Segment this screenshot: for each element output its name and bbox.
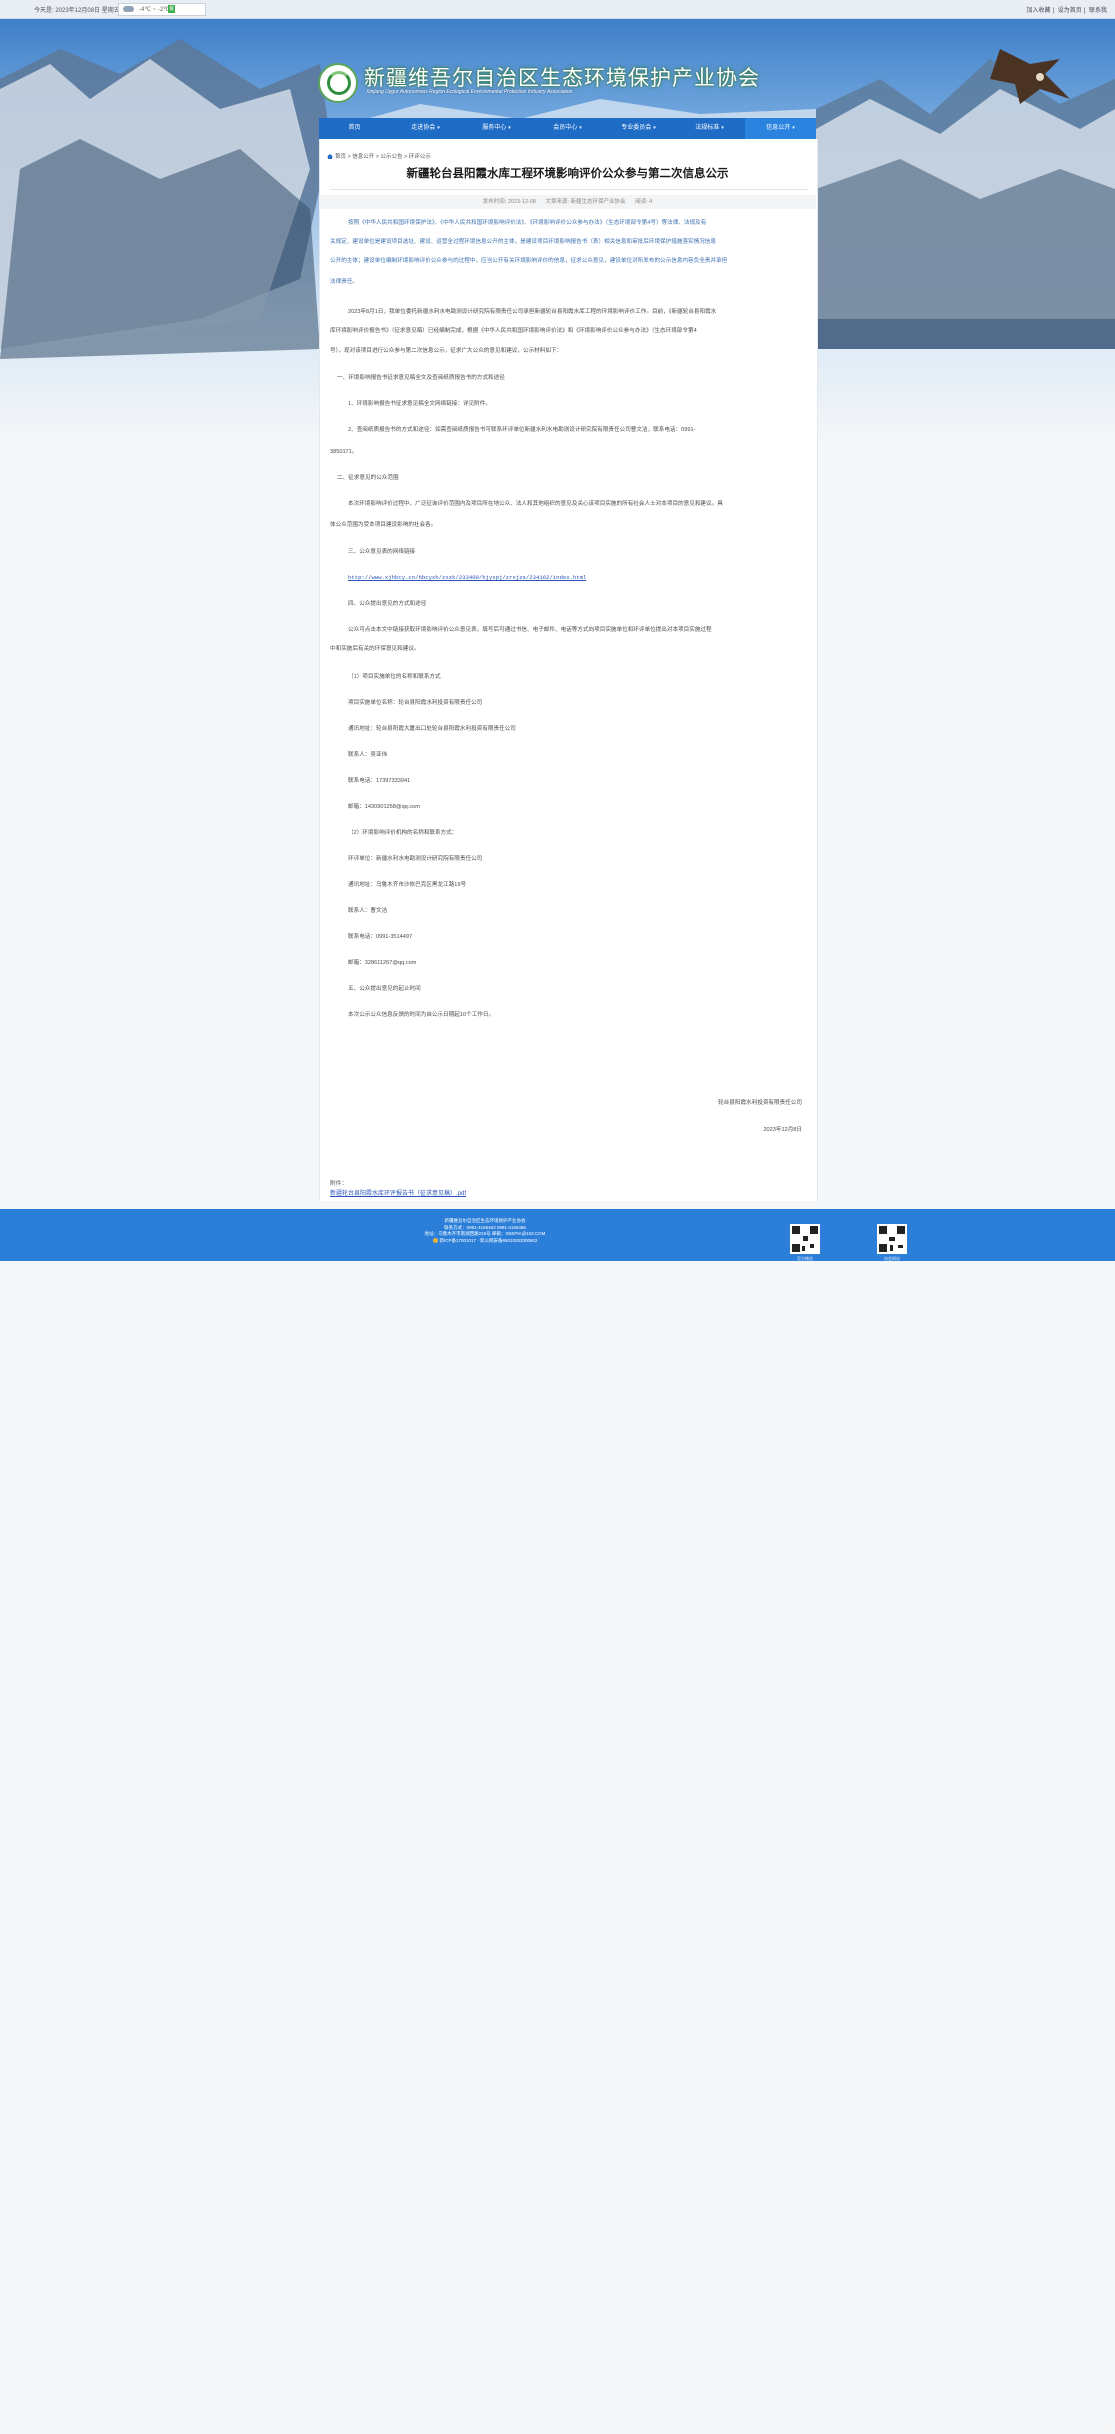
breadcrumb-text[interactable]: 首页 > 信息公开 > 公示公告 > 环评公示 [335, 154, 431, 160]
footer-line: 新ICP备17001017 · 新公网安备65010202000602 [380, 1238, 590, 1245]
qr-caption: 官方微信 [797, 1256, 813, 1261]
paragraph-line: 环评单位：新疆水利水电勘测设计研究院有限责任公司 [348, 856, 483, 862]
paragraph-line: 中和实施后有关的环保意见和建议。 [330, 646, 420, 652]
site-footer: 新疆维吾尔自治区生态环境保护产业协会 联系方式：0991-4165463 099… [0, 1209, 1115, 2432]
paragraph-line: 公众可点击本文中链接获取环境影响评价公众意见表，填写后可通过书信、电子邮件、电话… [348, 627, 712, 633]
footer-icp[interactable]: 新ICP备17001017 · 新公网安备65010202000602 [439, 1238, 537, 1243]
nav-label: 服务中心 [482, 125, 507, 131]
main-nav: 首页 走进协会 ▾ 服务中心 ▾ 会员中心 ▾ 专业委员会 ▾ 法规标准 ▾ 信息公开 ▾ [319, 118, 816, 139]
paragraph-line: 本次公示公众信息反馈的时间为自公示日期起10个工作日。 [348, 1012, 495, 1018]
signature-company: 轮台县阳霞水利投资有限责任公司 [718, 1100, 802, 1106]
chevron-down-icon: ▾ [508, 125, 511, 131]
paragraph-line: 库环境影响评价报告书》（征求意见稿）已经编制完成，根据《中华人民共和国环境影响评… [330, 328, 697, 334]
article-title: 新疆轮台县阳霞水库工程环境影响评价公众参与第二次信息公示 [406, 168, 729, 180]
nav-item-regulations[interactable]: 法规标准 ▾ [674, 118, 745, 139]
section-heading: 二、征求意见的公众范围 [337, 475, 399, 481]
paragraph-line: 联系电话：17397333941 [348, 778, 411, 784]
site-subtitle: Xinjiang Uygur Autonomous Region Ecologi… [366, 89, 573, 95]
back-to-top-button[interactable]: ↑ [1102, 2422, 1114, 2434]
paragraph-line: 本次环境影响评价过程中，广泛征询评价范围内及项目所在地公众、法人和其他组织的意见… [348, 501, 723, 507]
paragraph-line: 邮箱：1430901258@qq.com [348, 804, 420, 810]
paragraph-line: 联系人：吴亚伟 [348, 752, 388, 758]
paragraph-line: 1、环境影响报告书征求意见稿全文网络链接：详见附件。 [348, 401, 491, 407]
paragraph-line: 关规定，建设单位是建设项目选址、建设、运营全过程环境信息公开的主体，是建设项目环… [330, 239, 716, 245]
paragraph-line: 联系电话：0991-3514497 [348, 934, 413, 940]
view-count: 阅读: 4 [635, 199, 653, 205]
nav-item-about[interactable]: 走进协会 ▾ [390, 118, 461, 139]
paragraph-line: 法律责任。 [330, 279, 358, 285]
cloud-icon [123, 6, 134, 12]
divider [330, 189, 808, 190]
chevron-down-icon: ▾ [721, 125, 724, 131]
add-favorite-link[interactable]: 加入收藏 [1026, 8, 1050, 14]
paragraph-line: 按照《中华人民共和国环境保护法》、《中华人民共和国环境影响评价法》、《环境影响评… [348, 220, 707, 226]
wechat-qr-code [790, 1224, 820, 1254]
paragraph-line: 项目实施单位名称：轮台县阳霞水利投资有限责任公司 [348, 700, 483, 706]
paragraph-line: 通讯地址：乌鲁木齐市沙依巴克区黑龙江路19号 [348, 882, 467, 888]
home-icon [327, 154, 333, 160]
site-title: 新疆维吾尔自治区生态环境保护产业协会 [364, 66, 760, 90]
top-bar: 今天是: 2023年12月08日 星期五 -4℃ ~ -2℃ 良 加入收藏 | 设… [0, 0, 1115, 19]
chevron-down-icon: ▾ [579, 125, 582, 131]
paragraph-line: 联系人：曹文洁 [348, 908, 388, 914]
paragraph-line: （1）项目实施单位的名称和联系方式 [348, 674, 441, 680]
contact-link[interactable]: 联系我 [1089, 8, 1107, 14]
nav-label: 信息公开 [766, 125, 791, 131]
paragraph-line: （2）环境影响评价机构的名称和联系方式： [348, 830, 458, 836]
paragraph-line: 公开的主体；建设单位编制环境影响评价公众参与的过程中，应当公开有关环境影响评价的… [330, 258, 728, 264]
section-heading: 一、环境影响报告书征求意见稿全文及查阅纸质报告书的方式和途径 [337, 375, 505, 381]
paragraph-line: 邮箱：328611267@qq.com [348, 960, 417, 966]
nav-item-disclosure[interactable]: 信息公开 ▾ [745, 118, 816, 139]
temperature: -4℃ ~ -2℃ [139, 7, 170, 13]
footer-line: 地址：乌鲁木齐市南湖西路215号 邮箱：XEEPIA@163.COM [424, 1231, 546, 1237]
publish-time: 发布时间: 2023-12-08 [482, 199, 536, 205]
current-date: 今天是: 2023年12月08日 星期五 [34, 8, 120, 14]
police-badge-icon [433, 1238, 439, 1244]
section-heading: 四、公众提出意见的方式和途径 [348, 601, 427, 607]
paragraph-line: 号），现对该项目进行公众参与第二次信息公示，征求广大公众的意见和建议，公示材料如… [330, 348, 563, 354]
nav-label: 法规标准 [695, 125, 720, 131]
nav-label: 走进协会 [411, 125, 436, 131]
section-heading: 三、公众意见表的网络链接 [348, 549, 416, 555]
paragraph-line: 通讯地址：轮台县阳霞大厦出口处轮台县阳霞水利投资有限责任公司 [348, 726, 516, 732]
association-logo[interactable] [318, 63, 358, 103]
footer-line: 新疆维吾尔自治区生态环境保护产业协会 [444, 1218, 526, 1223]
chevron-down-icon: ▾ [437, 125, 440, 131]
nav-item-service[interactable]: 服务中心 ▾ [461, 118, 532, 139]
paragraph-line: 2、查阅纸质报告书的方式和途径：如需查阅纸质报告书可联系环评单位新疆水利水电勘测… [348, 427, 696, 433]
survey-form-link[interactable]: http://www.xjhbcy.cn/hbcyxh/zxzk/233400/… [348, 569, 586, 587]
weather-widget: -4℃ ~ -2℃ 良 [118, 3, 206, 16]
nav-item-home[interactable]: 首页 [319, 118, 390, 139]
paragraph-line: 体公众范围为受本项目建设影响的社会各。 [330, 522, 437, 528]
qr-caption: 协会网站 [884, 1256, 900, 1261]
section-heading: 五、公众提出意见的起止时间 [348, 986, 421, 992]
attachment-link[interactable]: 新疆轮台县阳霞水库环评报告书（征求意见稿）.pdf [330, 1188, 466, 1197]
footer-info: 新疆维吾尔自治区生态环境保护产业协会 联系方式：0991-4165463 099… [380, 1218, 590, 1244]
paragraph-line: 3850171。 [330, 449, 358, 455]
signature-date: 2023年12月8日 [763, 1127, 802, 1133]
article-meta: 发布时间: 2023-12-08 文章来源: 新疆生态环保产业协会 阅读: 4 [319, 195, 816, 209]
chevron-down-icon: ▾ [653, 125, 656, 131]
chevron-down-icon: ▾ [792, 125, 795, 131]
breadcrumb: 首页 > 信息公开 > 公示公告 > 环评公示 [327, 152, 431, 160]
set-homepage-link[interactable]: 设为首页 [1058, 8, 1082, 14]
air-quality-badge: 良 [168, 5, 175, 13]
nav-label: 专业委员会 [621, 125, 652, 131]
top-links: 加入收藏 | 设为首页 | 联系我 [1026, 8, 1107, 14]
website-qr-code [877, 1224, 907, 1254]
nav-item-members[interactable]: 会员中心 ▾ [532, 118, 603, 139]
article-source: 文章来源: 新疆生态环保产业协会 [545, 199, 626, 205]
attachment-label: 附件： [330, 1181, 348, 1187]
nav-label: 会员中心 [553, 125, 578, 131]
nav-label: 首页 [348, 125, 361, 131]
nav-item-committee[interactable]: 专业委员会 ▾ [603, 118, 674, 139]
paragraph-line: 2023年8月1日，我单位委托新疆水利水电勘测设计研究院有限责任公司承担新疆轮台… [348, 309, 717, 315]
